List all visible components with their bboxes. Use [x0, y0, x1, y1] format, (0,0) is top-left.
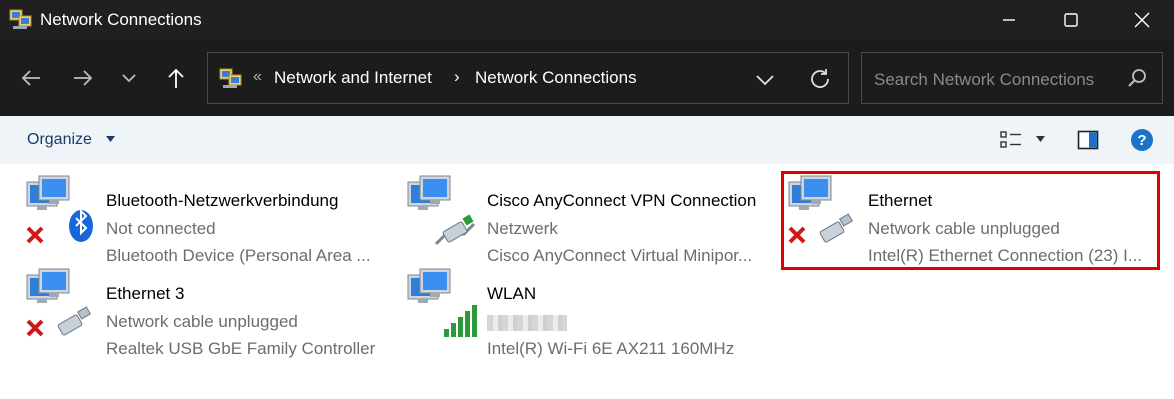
connection-item-wlan[interactable]: WLAN Intel(R) Wi-Fi 6E AX211 160MHz — [406, 267, 786, 358]
back-button[interactable] — [14, 60, 48, 96]
connection-name: WLAN — [487, 284, 537, 303]
search-input[interactable] — [872, 66, 1116, 94]
network-adapter-icon — [788, 175, 854, 244]
command-bar: Organize ? — [0, 116, 1174, 164]
change-view-icon[interactable] — [1000, 129, 1022, 151]
address-bar[interactable]: « Network and Internet › Network Connect… — [207, 52, 849, 104]
minimize-button[interactable] — [978, 0, 1040, 40]
network-adapter-icon — [26, 268, 92, 337]
close-icon — [1134, 12, 1150, 28]
minimize-icon — [1003, 19, 1015, 21]
redacted-network-name — [487, 315, 567, 331]
connection-item-cisco-anyconnect[interactable]: Cisco AnyConnect VPN Connection Netzwerk… — [406, 174, 786, 265]
preview-pane-icon[interactable] — [1077, 129, 1099, 151]
connection-status-redacted — [487, 312, 567, 336]
breadcrumb-overflow[interactable]: « — [253, 68, 262, 86]
connection-status: Network cable unplugged — [106, 312, 298, 331]
forward-button[interactable] — [66, 60, 100, 96]
title-bar: Network Connections — [0, 0, 1174, 40]
connection-device: Intel(R) Ethernet Connection (23) I... — [868, 246, 1143, 265]
connection-status: Network cable unplugged — [868, 219, 1060, 238]
connection-name: Cisco AnyConnect VPN Connection — [487, 191, 757, 210]
maximize-icon — [1064, 13, 1078, 27]
network-connections-app-icon — [9, 9, 32, 29]
arrow-right-icon — [74, 70, 93, 86]
network-folder-icon — [219, 68, 242, 88]
svg-text:?: ? — [1137, 132, 1146, 149]
up-button[interactable] — [159, 60, 193, 96]
connection-device: Intel(R) Wi-Fi 6E AX211 160MHz — [487, 339, 735, 358]
chevron-down-icon[interactable] — [753, 67, 777, 91]
recent-locations-button[interactable] — [112, 60, 146, 96]
connection-status: Not connected — [106, 219, 216, 238]
chevron-down-icon — [122, 74, 136, 83]
connection-name: Bluetooth-Netzwerkverbindung — [106, 191, 339, 210]
close-button[interactable] — [1111, 0, 1173, 40]
bluetooth-adapter-icon — [26, 175, 93, 244]
connection-item-ethernet-3[interactable]: Ethernet 3 Network cable unplugged Realt… — [25, 267, 405, 358]
organize-button[interactable]: Organize — [27, 131, 92, 149]
connection-status: Netzwerk — [487, 219, 558, 238]
arrow-left-icon — [21, 70, 40, 86]
search-icon — [1128, 69, 1146, 87]
connection-item-bluetooth[interactable]: Bluetooth-Netzwerkverbindung Not connect… — [25, 174, 405, 265]
window-title: Network Connections — [40, 10, 202, 29]
connection-name: Ethernet 3 — [106, 284, 185, 303]
maximize-button[interactable] — [1040, 0, 1102, 40]
navigation-bar: « Network and Internet › Network Connect… — [0, 40, 1174, 116]
wifi-adapter-icon — [407, 268, 477, 337]
connection-name: Ethernet — [868, 191, 933, 210]
breadcrumb-network-and-internet[interactable]: Network and Internet — [274, 68, 432, 88]
network-adapter-icon — [407, 175, 476, 246]
arrow-up-icon — [168, 68, 184, 88]
help-icon[interactable]: ? — [1130, 128, 1154, 152]
connection-device: Realtek USB GbE Family Controller — [106, 339, 376, 358]
connection-device: Cisco AnyConnect Virtual Minipor... — [487, 246, 753, 265]
refresh-icon[interactable] — [807, 66, 833, 92]
connection-item-ethernet[interactable]: Ethernet Network cable unplugged Intel(R… — [787, 174, 1167, 265]
caret-down-icon — [106, 136, 115, 142]
search-box[interactable] — [861, 52, 1163, 104]
connection-device: Bluetooth Device (Personal Area ... — [106, 246, 371, 265]
breadcrumb-network-connections[interactable]: Network Connections — [475, 68, 637, 88]
breadcrumb-separator[interactable]: › — [454, 67, 460, 87]
caret-down-icon[interactable] — [1036, 136, 1045, 142]
